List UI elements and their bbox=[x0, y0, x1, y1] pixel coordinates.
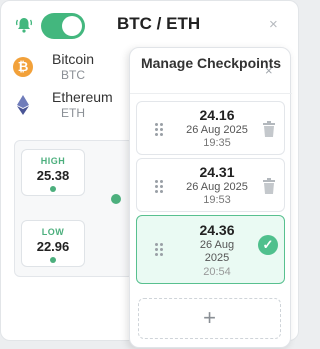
low-value: 22.96 bbox=[36, 239, 70, 254]
checkpoint-time: 19:35 bbox=[203, 137, 231, 149]
checkpoint-item[interactable]: 24.31 26 Aug 2025 19:53 bbox=[136, 158, 285, 212]
checkpoint-value: 24.31 bbox=[199, 164, 235, 180]
trash-icon[interactable] bbox=[262, 178, 276, 194]
high-box: HIGH 25.38 bbox=[21, 149, 85, 196]
alert-toggle[interactable] bbox=[41, 13, 85, 39]
checkpoint-date: 26 Aug bbox=[199, 239, 235, 251]
drag-handle-icon[interactable] bbox=[155, 123, 165, 137]
trash-icon[interactable] bbox=[262, 121, 276, 137]
check-icon: ✓ bbox=[258, 235, 278, 255]
checkpoints-panel: Manage Checkpoints × 24.16 26 Aug 2025 1… bbox=[129, 47, 292, 348]
add-checkpoint-button[interactable]: + bbox=[138, 298, 281, 339]
checkpoint-item-active[interactable]: 24.36 26 Aug 2025 20:54 ✓ bbox=[136, 215, 285, 284]
high-value: 25.38 bbox=[36, 168, 70, 183]
high-label: HIGH bbox=[40, 156, 66, 166]
pair-title: BTC / ETH bbox=[117, 14, 201, 33]
drag-handle-icon[interactable] bbox=[155, 243, 165, 257]
checkpoint-value: 24.36 bbox=[199, 222, 235, 238]
checkpoint-time: 19:53 bbox=[203, 194, 231, 206]
coin-symbol: BTC bbox=[61, 68, 85, 82]
close-icon[interactable]: × bbox=[269, 16, 278, 33]
coin-name: Ethereum bbox=[52, 89, 113, 105]
high-marker bbox=[50, 186, 56, 192]
toggle-knob bbox=[62, 16, 82, 36]
low-marker bbox=[50, 257, 56, 263]
checkpoint-item[interactable]: 24.16 26 Aug 2025 19:35 bbox=[136, 101, 285, 155]
bitcoin-icon: ₿ bbox=[13, 57, 33, 77]
range-chart: HIGH 25.38 LOW 22.96 bbox=[14, 140, 134, 277]
coin-symbol: ETH bbox=[61, 106, 85, 120]
close-icon[interactable]: × bbox=[265, 63, 273, 78]
checkpoint-date: 26 Aug 2025 bbox=[186, 181, 248, 193]
checkpoint-year: 2025 bbox=[204, 252, 230, 264]
checkpoint-date: 26 Aug 2025 bbox=[186, 124, 248, 136]
low-label: LOW bbox=[41, 227, 65, 237]
divider bbox=[130, 93, 292, 94]
checkpoint-value: 24.16 bbox=[199, 107, 235, 123]
coin-name: Bitcoin bbox=[52, 51, 95, 67]
bell-icon bbox=[15, 18, 33, 33]
ethereum-icon bbox=[17, 95, 29, 115]
card-header: BTC / ETH × bbox=[1, 1, 300, 49]
low-box: LOW 22.96 bbox=[21, 220, 85, 267]
checkpoint-time: 20:54 bbox=[203, 266, 231, 278]
drag-handle-icon[interactable] bbox=[155, 180, 165, 194]
current-marker bbox=[111, 194, 121, 204]
